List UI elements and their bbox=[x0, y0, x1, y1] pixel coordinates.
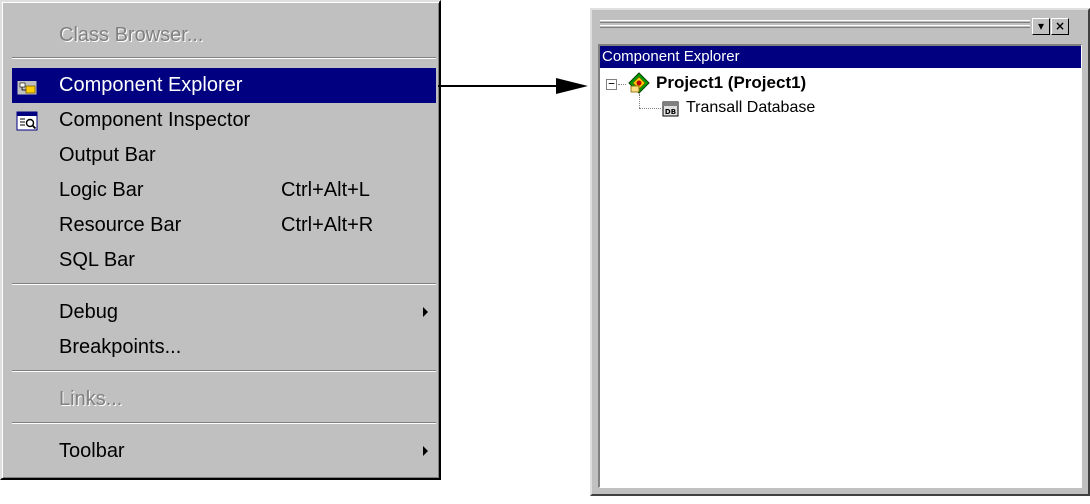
close-button[interactable]: × bbox=[1051, 18, 1069, 35]
menu-item-label: Debug bbox=[59, 301, 118, 323]
menu-item-class-browser: Class Browser... bbox=[12, 18, 436, 53]
menu-separator bbox=[12, 370, 436, 372]
minus-icon: − bbox=[608, 77, 615, 90]
menu-item-label: Links... bbox=[59, 388, 123, 410]
menu-item-toolbar[interactable]: Toolbar bbox=[12, 434, 436, 469]
menu-separator bbox=[12, 283, 436, 285]
close-icon: × bbox=[1054, 19, 1066, 33]
menu-item-label: Component Explorer bbox=[59, 74, 243, 96]
menu-item-label: Output Bar bbox=[59, 144, 156, 166]
explorer-panel: Component Explorer − Project1 (Project1) bbox=[598, 44, 1082, 488]
tree-node-label: Transall Database bbox=[686, 99, 816, 116]
view-menu: Class Browser... Component Explorer Comp… bbox=[0, 0, 441, 480]
collapse-toggle[interactable]: − bbox=[606, 77, 617, 90]
menu-item-shortcut: Ctrl+Alt+R bbox=[281, 214, 374, 236]
menu-item-breakpoints[interactable]: Breakpoints... bbox=[12, 330, 436, 365]
component-inspector-icon bbox=[16, 111, 38, 131]
component-explorer-window: ▾ × Component Explorer − Project1 (Proje… bbox=[590, 8, 1090, 496]
menu-item-sql-bar[interactable]: SQL Bar bbox=[12, 243, 436, 278]
drag-grip[interactable] bbox=[600, 20, 1030, 23]
project-icon bbox=[628, 72, 650, 94]
tree-line bbox=[639, 108, 661, 109]
menu-item-label: SQL Bar bbox=[59, 249, 135, 271]
submenu-arrow-icon bbox=[423, 307, 428, 317]
menu-item-label: Breakpoints... bbox=[59, 336, 182, 358]
menu-item-links: Links... bbox=[12, 382, 436, 417]
tree-line bbox=[618, 84, 626, 85]
menu-item-logic-bar[interactable]: Logic Bar Ctrl+Alt+L bbox=[12, 173, 436, 208]
menu-item-resource-bar[interactable]: Resource Bar Ctrl+Alt+R bbox=[12, 208, 436, 243]
menu-separator bbox=[12, 57, 436, 59]
menu-item-label: Resource Bar bbox=[59, 214, 182, 236]
menu-item-debug[interactable]: Debug bbox=[12, 295, 436, 330]
database-badge: DB bbox=[665, 108, 676, 116]
component-explorer-icon bbox=[16, 76, 38, 96]
menu-item-output-bar[interactable]: Output Bar bbox=[12, 138, 436, 173]
tree-line bbox=[639, 94, 640, 108]
menu-item-label: Component Inspector bbox=[59, 109, 251, 131]
submenu-arrow-icon bbox=[423, 446, 428, 456]
menu-item-label: Toolbar bbox=[59, 440, 125, 462]
drag-grip[interactable] bbox=[600, 25, 1030, 28]
dock-button[interactable]: ▾ bbox=[1032, 18, 1050, 35]
callout-arrow-icon bbox=[438, 78, 588, 94]
tree-node-label: Project1 (Project1) bbox=[656, 73, 807, 92]
menu-item-shortcut: Ctrl+Alt+L bbox=[281, 179, 370, 201]
panel-title: Component Explorer bbox=[600, 46, 1081, 68]
menu-item-component-inspector[interactable]: Component Inspector bbox=[12, 103, 436, 138]
menu-item-component-explorer[interactable]: Component Explorer bbox=[12, 68, 436, 103]
database-icon: DB bbox=[662, 100, 680, 118]
chevron-down-icon: ▾ bbox=[1037, 19, 1045, 33]
menu-separator bbox=[12, 422, 436, 424]
menu-item-label: Class Browser... bbox=[59, 24, 204, 46]
menu-item-label: Logic Bar bbox=[59, 179, 144, 201]
